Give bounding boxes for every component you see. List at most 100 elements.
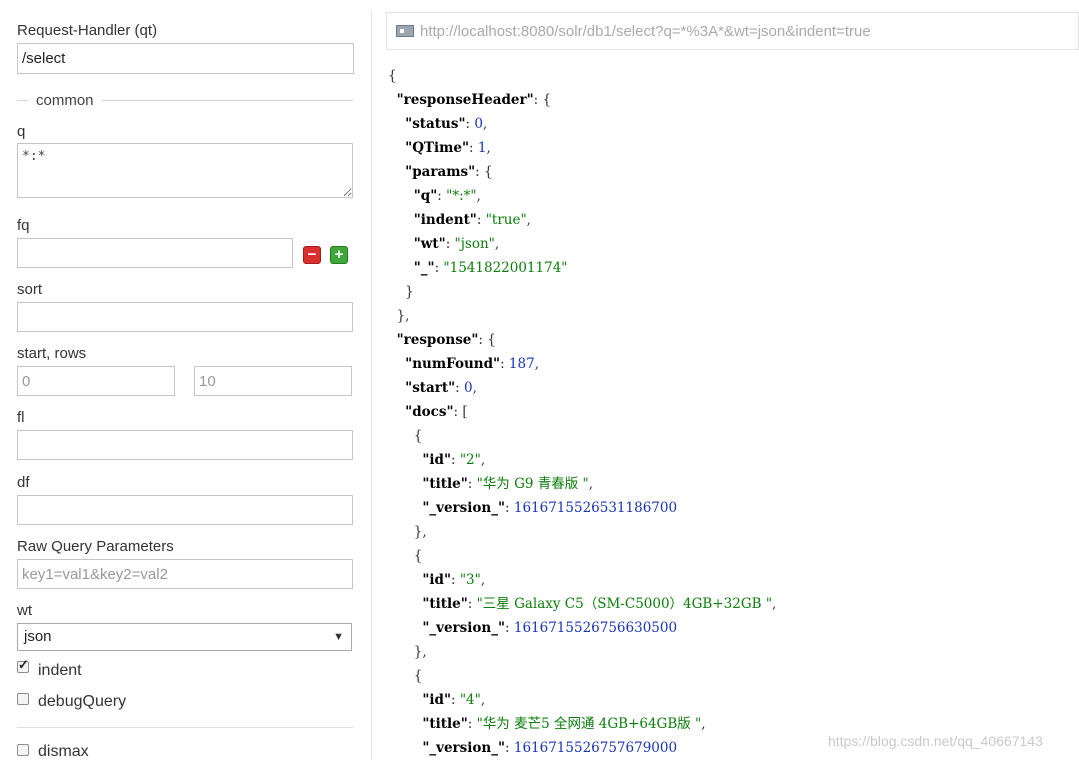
json-punct bbox=[388, 740, 422, 756]
json-punct: : bbox=[467, 596, 477, 612]
json-line: "responseHeader": { bbox=[388, 88, 776, 112]
json-number: 1616715526531186700 bbox=[513, 500, 678, 516]
json-string: "2" bbox=[459, 452, 481, 468]
json-line: "indent": "true", bbox=[388, 208, 776, 232]
json-key: "id" bbox=[422, 692, 451, 708]
wt-select-value: json bbox=[24, 628, 52, 645]
json-punct: : bbox=[437, 188, 447, 204]
json-punct: }, bbox=[388, 644, 427, 660]
json-punct: , bbox=[482, 116, 488, 132]
debugquery-checkbox[interactable] bbox=[17, 693, 29, 705]
json-punct bbox=[388, 452, 422, 468]
json-line: "title": "华为 G9 青春版 ", bbox=[388, 472, 776, 496]
json-punct: : bbox=[445, 236, 455, 252]
json-punct: : bbox=[500, 356, 509, 372]
json-line: "_": "1541822001174" bbox=[388, 256, 776, 280]
json-punct: { bbox=[388, 668, 423, 684]
request-url-bar[interactable]: http://localhost:8080/solr/db1/select?q=… bbox=[386, 12, 1079, 50]
link-icon bbox=[396, 25, 414, 37]
json-string: "true" bbox=[485, 212, 527, 228]
json-punct: , bbox=[480, 692, 486, 708]
q-label: q bbox=[17, 123, 26, 140]
json-punct: , bbox=[701, 716, 706, 732]
json-string: "华为 G9 青春版 " bbox=[476, 476, 589, 492]
json-line: { bbox=[388, 64, 776, 88]
json-punct: { bbox=[388, 68, 397, 84]
request-url[interactable]: http://localhost:8080/solr/db1/select?q=… bbox=[420, 23, 871, 40]
json-key: "_version_" bbox=[422, 740, 506, 756]
json-punct bbox=[388, 476, 422, 492]
json-line: "QTime": 1, bbox=[388, 136, 776, 160]
json-key: "title" bbox=[422, 716, 468, 732]
json-punct: , bbox=[772, 596, 777, 612]
json-punct: , bbox=[480, 572, 486, 588]
rows-input[interactable] bbox=[194, 366, 352, 396]
json-line: } bbox=[388, 280, 776, 304]
json-key: "responseHeader" bbox=[396, 92, 534, 108]
json-key: "_version_" bbox=[422, 500, 506, 516]
chevron-down-icon: ▼ bbox=[333, 631, 344, 643]
fl-label: fl bbox=[17, 409, 25, 426]
fq-input[interactable] bbox=[17, 238, 293, 268]
json-key: "id" bbox=[422, 572, 451, 588]
wt-select[interactable]: json ▼ bbox=[17, 623, 352, 651]
sort-input[interactable] bbox=[17, 302, 353, 332]
json-punct: : bbox=[467, 476, 477, 492]
start-input[interactable] bbox=[17, 366, 175, 396]
df-input[interactable] bbox=[17, 495, 353, 525]
json-line: "id": "2", bbox=[388, 448, 776, 472]
json-punct bbox=[388, 116, 405, 132]
json-line: { bbox=[388, 664, 776, 688]
json-punct: }, bbox=[388, 308, 410, 324]
json-punct: } bbox=[388, 284, 414, 300]
json-punct bbox=[388, 332, 397, 348]
json-key: "docs" bbox=[405, 404, 454, 420]
section-divider bbox=[17, 727, 353, 728]
json-punct: : bbox=[465, 116, 475, 132]
json-punct: : bbox=[469, 140, 478, 156]
request-handler-input[interactable] bbox=[17, 43, 354, 74]
json-line: "start": 0, bbox=[388, 376, 776, 400]
json-number: 0 bbox=[474, 116, 483, 132]
json-punct: : { bbox=[533, 92, 552, 108]
common-legend: common bbox=[28, 92, 102, 109]
dismax-checkbox[interactable] bbox=[17, 744, 29, 756]
json-line: "params": { bbox=[388, 160, 776, 184]
json-punct: : bbox=[450, 452, 460, 468]
json-punct bbox=[388, 356, 405, 372]
json-line: "title": "三星 Galaxy C5（SM-C5000）4GB+32GB… bbox=[388, 592, 776, 616]
json-number: 1616715526756630500 bbox=[513, 620, 678, 636]
json-key: "wt" bbox=[413, 236, 446, 252]
raw-query-input[interactable] bbox=[17, 559, 353, 589]
json-punct bbox=[388, 236, 414, 252]
json-punct bbox=[388, 572, 422, 588]
json-line: "q": "*:*", bbox=[388, 184, 776, 208]
json-punct: , bbox=[472, 380, 477, 396]
json-key: "status" bbox=[405, 116, 466, 132]
json-key: "QTime" bbox=[405, 140, 470, 156]
json-punct: : bbox=[450, 572, 460, 588]
json-line: }, bbox=[388, 304, 776, 328]
json-key: "title" bbox=[422, 476, 468, 492]
indent-label: indent bbox=[38, 662, 82, 679]
json-punct: : bbox=[455, 380, 465, 396]
raw-query-label: Raw Query Parameters bbox=[17, 538, 174, 555]
json-punct bbox=[388, 140, 405, 156]
json-string: "json" bbox=[454, 236, 495, 252]
json-key: "title" bbox=[422, 596, 468, 612]
panel-separator bbox=[371, 10, 372, 760]
fl-input[interactable] bbox=[17, 430, 353, 460]
json-line: "docs": [ bbox=[388, 400, 776, 424]
minus-icon[interactable]: − bbox=[303, 246, 321, 264]
sort-label: sort bbox=[17, 281, 43, 298]
json-line: "_version_": 1616715526531186700 bbox=[388, 496, 776, 520]
indent-checkbox[interactable] bbox=[17, 657, 29, 673]
json-punct bbox=[388, 164, 405, 180]
json-string: "三星 Galaxy C5（SM-C5000）4GB+32GB " bbox=[476, 596, 773, 612]
json-punct: , bbox=[494, 236, 500, 252]
plus-icon[interactable]: + bbox=[330, 246, 348, 264]
q-textarea[interactable]: *:* bbox=[17, 143, 353, 198]
json-line: "status": 0, bbox=[388, 112, 776, 136]
json-punct: { bbox=[388, 428, 423, 444]
json-punct bbox=[388, 500, 422, 516]
